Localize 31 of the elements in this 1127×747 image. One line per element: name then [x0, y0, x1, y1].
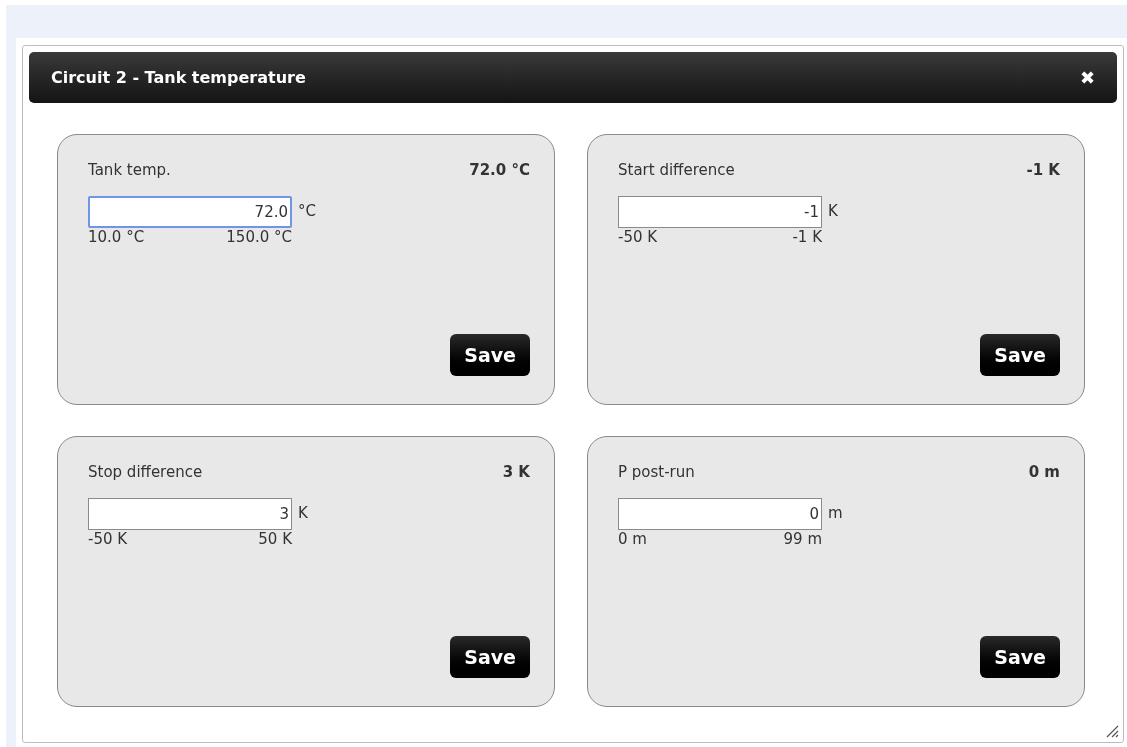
value-input[interactable]: 3 [88, 497, 292, 530]
value-input[interactable]: 72.0 [88, 195, 292, 228]
value-input[interactable]: 0 [618, 497, 822, 530]
current-value: -1 K [1026, 160, 1060, 181]
unit-label: K [298, 503, 308, 525]
max-value: -1 K [792, 227, 822, 246]
unit-label: °C [298, 201, 316, 223]
max-value: 99 m [783, 529, 822, 548]
save-button[interactable]: Save [980, 636, 1060, 678]
unit-label: K [828, 201, 838, 223]
setting-label: Tank temp. [88, 160, 171, 181]
setting-label: Stop difference [88, 462, 203, 483]
max-value: 150.0 °C [226, 227, 292, 246]
resize-grip-icon[interactable] [1105, 724, 1119, 738]
min-value: 10.0 °C [88, 227, 145, 246]
save-button[interactable]: Save [450, 334, 530, 376]
close-button[interactable]: ✖ [1079, 68, 1095, 87]
dialog-title: Circuit 2 - Tank temperature [51, 66, 306, 89]
current-value: 0 m [1028, 462, 1060, 483]
min-value: 0 m [618, 529, 647, 548]
current-value: 3 K [502, 462, 530, 483]
min-value: -50 K [618, 227, 658, 246]
min-value: -50 K [88, 529, 128, 548]
setting-label: Start difference [618, 160, 735, 181]
max-value: 50 K [258, 529, 292, 548]
current-value: 72.0 °C [469, 160, 530, 181]
save-button[interactable]: Save [450, 636, 530, 678]
unit-label: m [828, 503, 843, 525]
setting-label: P post-run [618, 462, 695, 483]
save-button[interactable]: Save [980, 334, 1060, 376]
value-input[interactable]: -1 [618, 195, 822, 228]
